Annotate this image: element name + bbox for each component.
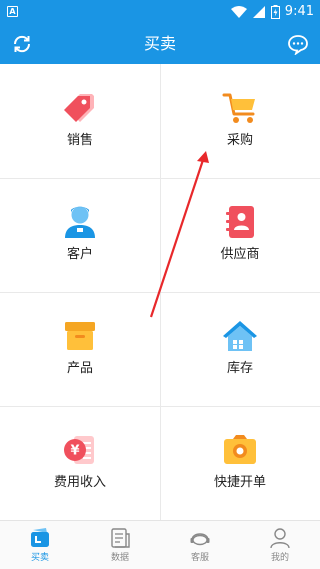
message-icon[interactable]	[287, 33, 309, 55]
status-bar: A 9:41	[0, 0, 320, 24]
signal-icon	[253, 5, 265, 18]
menu-label: 库存	[226, 361, 253, 376]
menu-label: 供应商	[220, 247, 260, 262]
product-box-icon	[65, 322, 95, 350]
tab-data[interactable]: 数据	[80, 521, 160, 569]
notification-a-icon: A	[7, 6, 18, 17]
tab-trade[interactable]: 买卖	[0, 521, 80, 569]
wifi-icon	[231, 5, 247, 18]
menu-item-purchase[interactable]: 采购	[160, 64, 320, 178]
menu-label: 采购	[226, 133, 253, 148]
svg-text:¥: ¥	[70, 444, 79, 459]
menu-item-expense-income[interactable]: ¥ 费用收入	[0, 406, 160, 520]
status-time: 9:41	[284, 4, 314, 19]
menu-label: 客户	[66, 247, 93, 262]
tab-label: 客服	[190, 553, 209, 563]
tab-profile[interactable]: 我的	[240, 521, 320, 569]
cart-icon	[222, 93, 255, 123]
menu-label: 费用收入	[53, 475, 106, 490]
data-icon	[111, 528, 130, 548]
tab-label: 我的	[270, 553, 289, 563]
trade-icon	[31, 528, 49, 547]
menu-grid: 销售 采购 客户 供应商 产品 库存 ¥ 费用收入 快捷开单	[0, 64, 320, 520]
tab-label: 买卖	[30, 553, 49, 563]
customer-icon	[65, 206, 95, 238]
sales-tag-icon	[64, 94, 94, 122]
menu-item-supplier[interactable]: 供应商	[160, 178, 320, 292]
menu-item-inventory[interactable]: 库存	[160, 292, 320, 406]
menu-label: 快捷开单	[213, 475, 266, 490]
tab-label: 数据	[110, 553, 129, 563]
menu-label: 产品	[66, 361, 93, 376]
warehouse-icon	[223, 321, 257, 351]
bottom-tab-bar: 买卖 数据 客服 我的	[0, 520, 320, 569]
menu-item-quick-order[interactable]: 快捷开单	[160, 406, 320, 520]
menu-item-customer[interactable]: 客户	[0, 178, 160, 292]
expense-income-icon: ¥	[64, 436, 94, 464]
supplier-icon	[226, 206, 254, 238]
menu-label: 销售	[66, 133, 93, 148]
camera-icon	[224, 435, 256, 464]
app-bar: 买卖	[0, 24, 320, 64]
page-title: 买卖	[143, 34, 176, 53]
tab-service[interactable]: 客服	[160, 521, 240, 569]
menu-item-product[interactable]: 产品	[0, 292, 160, 406]
battery-icon	[271, 5, 280, 19]
menu-item-sales[interactable]: 销售	[0, 64, 160, 178]
profile-icon	[270, 528, 290, 549]
service-icon	[190, 533, 210, 546]
